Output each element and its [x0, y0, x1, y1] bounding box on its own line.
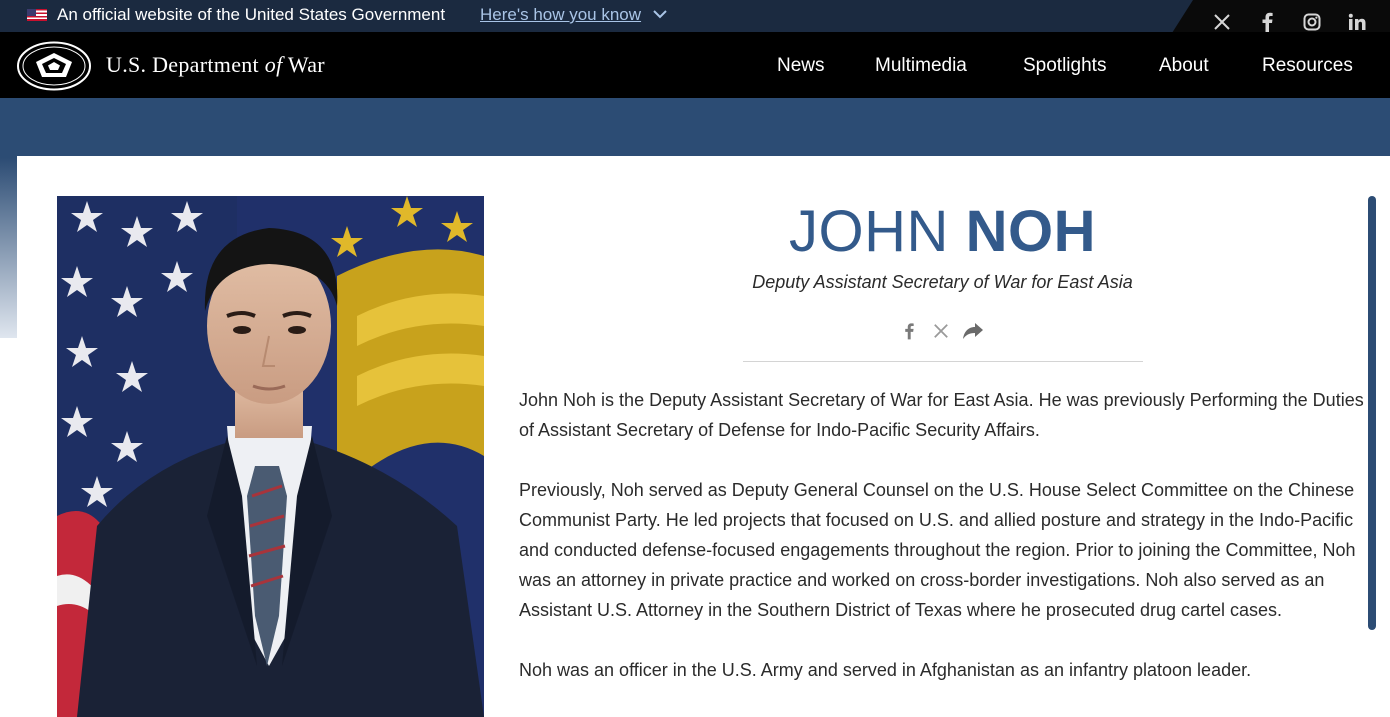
- site-name[interactable]: U.S. Department of War: [106, 52, 325, 78]
- site-header: U.S. Department of War News Multimedia S…: [0, 32, 1390, 98]
- title-divider: [743, 361, 1143, 362]
- band-gradient: [0, 158, 17, 338]
- facebook-icon[interactable]: [893, 322, 925, 340]
- hero-band: [0, 98, 1390, 158]
- site-name-of: of: [264, 52, 283, 77]
- profile-title: Deputy Assistant Secretary of War for Ea…: [752, 272, 1133, 292]
- site-name-part: War: [287, 52, 325, 77]
- heres-how-you-know-link[interactable]: Here's how you know: [480, 5, 641, 25]
- nav-news[interactable]: News: [777, 55, 825, 77]
- instagram-icon[interactable]: [1302, 11, 1322, 33]
- bio-paragraph: Noh was an officer in the U.S. Army and …: [519, 660, 1252, 680]
- share-row: [893, 318, 989, 344]
- gov-banner-text: An official website of the United States…: [57, 5, 446, 24]
- share-icon[interactable]: [957, 323, 989, 339]
- bio-paragraph: Previously, Noh served as Deputy General…: [519, 480, 1356, 620]
- linkedin-icon[interactable]: [1347, 11, 1367, 33]
- bio-paragraph: John Noh is the Deputy Assistant Secreta…: [519, 390, 1364, 440]
- profile-portrait: [57, 196, 484, 717]
- nav-multimedia[interactable]: Multimedia: [875, 55, 967, 77]
- us-flag-icon: [27, 9, 47, 21]
- site-name-part: U.S. Department: [106, 52, 259, 77]
- pentagon-logo-icon[interactable]: [16, 41, 92, 91]
- nav-about[interactable]: About: [1159, 55, 1209, 77]
- profile-bio: John Noh is the Deputy Assistant Secreta…: [519, 385, 1369, 715]
- last-name: NOH: [965, 199, 1096, 264]
- chevron-down-icon[interactable]: [652, 6, 668, 27]
- facebook-icon[interactable]: [1257, 11, 1277, 33]
- scrollbar-thumb[interactable]: [1368, 196, 1376, 630]
- nav-spotlights[interactable]: Spotlights: [1023, 55, 1106, 77]
- first-name: JOHN: [789, 199, 949, 264]
- profile-name: JOHN NOH: [520, 198, 1365, 265]
- nav-resources[interactable]: Resources: [1262, 55, 1353, 77]
- x-icon[interactable]: [925, 323, 957, 339]
- x-icon[interactable]: [1212, 11, 1232, 33]
